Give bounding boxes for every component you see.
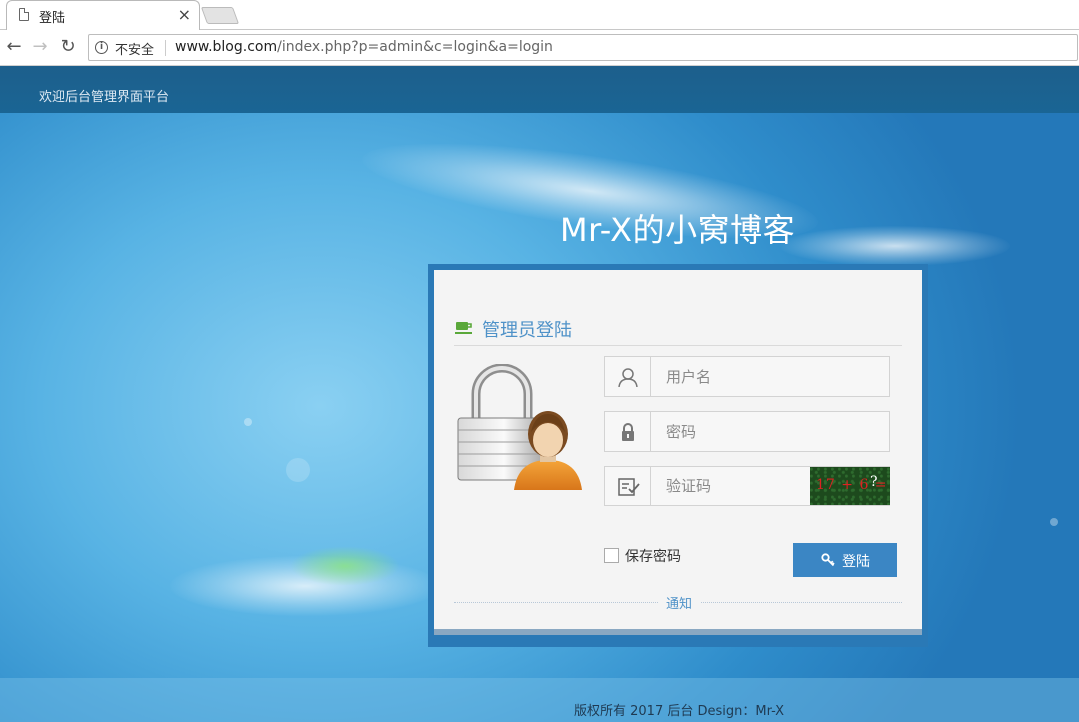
glow [290, 546, 400, 586]
username-input[interactable] [652, 357, 889, 396]
cup-icon [455, 322, 472, 334]
divider [165, 40, 166, 56]
notice-link[interactable]: 通知 [658, 593, 701, 612]
divider [454, 345, 902, 346]
copyright-text: 版权所有 2017 后台 Design：Mr-X [574, 704, 785, 719]
password-field [604, 411, 890, 452]
close-icon[interactable]: × [178, 5, 191, 25]
captcha-field: 17 + 6 = ? [604, 466, 890, 506]
key-icon [821, 553, 835, 567]
url-path: /index.php?p=admin&c=login&a=login [277, 39, 553, 55]
security-label[interactable]: 不安全 [115, 39, 154, 58]
remember-checkbox[interactable] [604, 548, 619, 563]
captcha-question: ? [870, 474, 879, 490]
login-panel: 管理员登陆 用户名 验证码 17 + 6 = ? 保存密码 登陆 通知 [428, 264, 928, 647]
url-text[interactable]: www.blog.com/index.php?p=admin&c=login&a… [175, 39, 553, 55]
login-heading: 管理员登陆 [482, 320, 572, 341]
info-icon[interactable]: i [95, 41, 108, 54]
user-icon [605, 357, 651, 396]
login-button[interactable]: 登陆 [793, 543, 897, 577]
back-icon[interactable]: ← [2, 35, 26, 59]
captcha-input[interactable] [652, 467, 810, 505]
footer: 版权所有 2017 后台 Design：Mr-X [0, 678, 1079, 722]
new-tab-button[interactable] [200, 7, 240, 24]
notice-divider: 通知 [454, 593, 902, 612]
panel-bottom-bar [434, 629, 922, 635]
dot [244, 418, 252, 426]
document-icon [19, 8, 29, 21]
reload-icon[interactable]: ↻ [56, 35, 80, 59]
tab-title: 登陆 [39, 11, 66, 26]
login-form: 管理员登陆 用户名 验证码 17 + 6 = ? 保存密码 登陆 通知 [434, 270, 922, 635]
site-title: Mr-X的小窝博客 [560, 211, 796, 249]
password-input[interactable] [652, 412, 889, 451]
forward-icon[interactable]: → [28, 35, 52, 59]
captcha-icon [605, 467, 651, 505]
address-bar: ← → ↻ i 不安全 www.blog.com/index.php?p=adm… [0, 30, 1079, 66]
top-bar: 欢迎后台管理界面平台 [0, 66, 1079, 113]
lock-icon [605, 412, 651, 451]
captcha-image[interactable]: 17 + 6 = ? [810, 467, 890, 505]
login-page: 欢迎后台管理界面平台 Mr-X的小窝博客 管理员登陆 用户名 验证码 17 + … [0, 66, 1079, 722]
remember-label[interactable]: 保存密码 [625, 546, 681, 566]
dot [286, 458, 310, 482]
cloud [780, 226, 1010, 266]
tab-strip: 登陆 × [0, 0, 1079, 30]
welcome-text: 欢迎后台管理界面平台 [39, 90, 170, 105]
browser-tab[interactable]: 登陆 × [6, 0, 200, 30]
url-host: www.blog.com [175, 39, 278, 55]
url-input[interactable]: i 不安全 www.blog.com/index.php?p=admin&c=l… [88, 34, 1078, 61]
dot [1050, 518, 1058, 526]
login-button-label: 登陆 [842, 554, 870, 570]
lock-user-icon [457, 364, 582, 490]
username-field [604, 356, 890, 397]
